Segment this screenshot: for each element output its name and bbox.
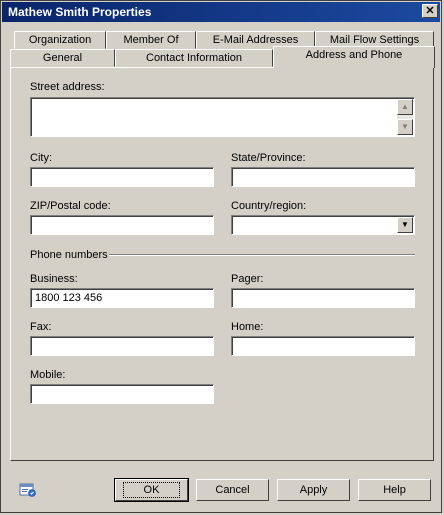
tab-general[interactable]: General: [10, 49, 115, 67]
help-button[interactable]: Help: [358, 479, 431, 501]
home-label: Home:: [231, 321, 264, 333]
tab-contact-information[interactable]: Contact Information: [115, 49, 273, 67]
scroll-up-icon[interactable]: ▲: [397, 99, 413, 115]
business-phone-field[interactable]: 1800 123 456: [30, 288, 214, 308]
scroll-down-icon[interactable]: ▼: [397, 119, 413, 135]
country-region-select[interactable]: ▼: [231, 215, 415, 235]
street-address-field[interactable]: ▲ ▼: [30, 97, 415, 137]
tab-organization[interactable]: Organization: [14, 31, 106, 49]
city-label: City:: [30, 152, 52, 164]
window-title: Mathew Smith Properties: [8, 5, 152, 19]
state-province-field[interactable]: [231, 167, 415, 187]
zip-postal-code-field[interactable]: [30, 215, 214, 235]
ok-button[interactable]: OK: [114, 478, 189, 502]
home-phone-field[interactable]: [231, 336, 415, 356]
help-properties-icon: [19, 482, 37, 498]
state-province-label: State/Province:: [231, 152, 306, 164]
pager-label: Pager:: [231, 273, 264, 285]
phone-numbers-divider: [109, 254, 415, 256]
fax-label: Fax:: [30, 321, 52, 333]
cancel-button[interactable]: Cancel: [196, 479, 269, 501]
ok-label: OK: [122, 482, 181, 498]
street-address-scrollbar[interactable]: ▲ ▼: [397, 99, 413, 135]
country-region-label: Country/region:: [231, 200, 307, 212]
chevron-down-icon[interactable]: ▼: [397, 217, 413, 233]
business-label: Business:: [30, 273, 78, 285]
tab-address-and-phone[interactable]: Address and Phone: [273, 46, 435, 68]
mobile-field[interactable]: [30, 384, 214, 404]
title-bar: Mathew Smith Properties ✕: [2, 2, 440, 22]
tab-member-of[interactable]: Member Of: [106, 31, 196, 49]
phone-numbers-group-label: Phone numbers: [30, 249, 108, 261]
zip-postal-code-label: ZIP/Postal code:: [30, 200, 111, 212]
street-address-label: Street address:: [30, 81, 105, 93]
close-button[interactable]: ✕: [422, 4, 438, 18]
city-field[interactable]: [30, 167, 214, 187]
fax-field[interactable]: [30, 336, 214, 356]
mobile-label: Mobile:: [30, 369, 66, 381]
pager-field[interactable]: [231, 288, 415, 308]
apply-button[interactable]: Apply: [277, 479, 350, 501]
properties-dialog: Mathew Smith Properties ✕ Organization M…: [0, 0, 442, 513]
